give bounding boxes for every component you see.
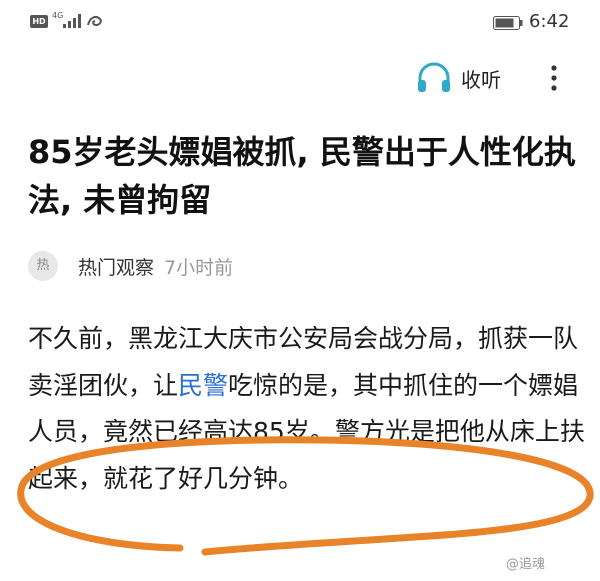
listen-label: 收听 [461,67,501,92]
publish-time: 7小时前 [164,256,234,279]
headphones-icon [418,62,450,92]
hd-badge: HD [30,15,48,28]
source-row: 热 热门观察 7小时前 [28,250,233,282]
source-name[interactable]: 热门观察 [78,253,154,280]
article-body: 不久前，黑龙江大庆市公安局会战分局，抓获一队卖淫团伙，让民警吃惊的是，其中抓住的… [28,316,588,502]
watermark-text: @追魂 [506,557,546,572]
article-title: 85岁老头嫖娼被抓, 民警出于人性化执法, 未曾拘留 [28,133,576,219]
keyword-link[interactable]: 民警 [178,371,228,400]
battery-icon [493,16,523,30]
more-options-button[interactable] [540,62,568,94]
status-bar: HD 4G 6:42 [0,0,600,46]
status-time: 6:42 [529,11,570,32]
source-avatar[interactable]: 热 [28,251,58,281]
watermark: @追魂 [506,553,545,572]
signal-icon [63,14,81,28]
network-type: 4G [52,11,64,20]
notification-app-icon [87,16,102,27]
more-vertical-icon [551,65,557,91]
listen-button[interactable]: 收听 [415,60,501,96]
